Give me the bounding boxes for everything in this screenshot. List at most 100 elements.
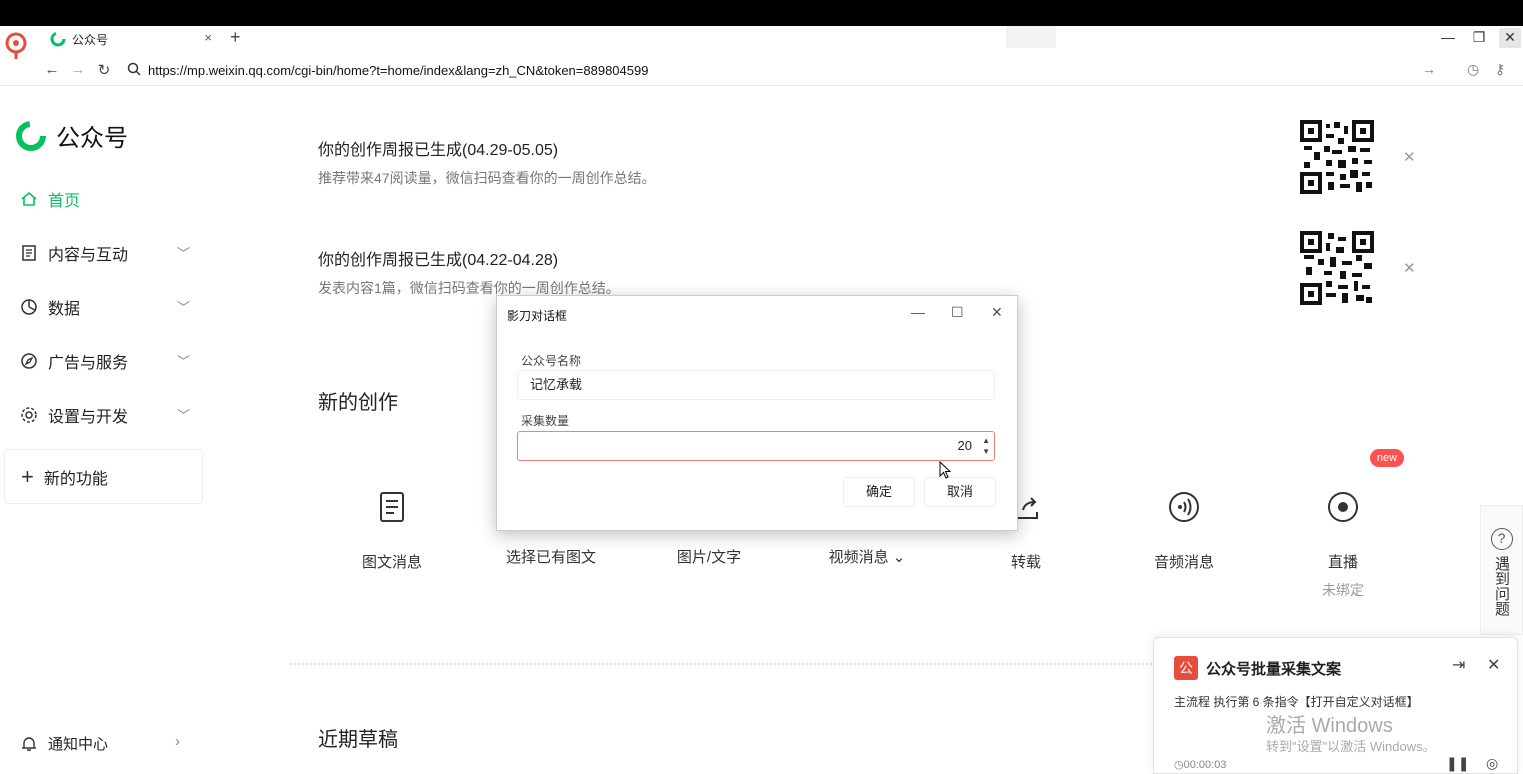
yingdao-dialog: 影刀对话框 — ☐ ✕ 公众号名称 记忆承载 采集数量 20 ▲ ▼ 确定 取消	[496, 295, 1018, 531]
new-creation-title: 新的创作	[318, 392, 398, 414]
creation-label: 视频消息 ⌄	[828, 549, 906, 566]
elapsed-time: ◷00:00:03	[1174, 759, 1227, 771]
chevron-right-icon: ›	[175, 733, 180, 750]
clock-icon: ◷	[1174, 759, 1184, 771]
tab-title: 公众号	[72, 32, 109, 47]
gear-icon	[21, 407, 37, 423]
sidebar-item-data[interactable]: 数据 ﹀	[20, 295, 190, 319]
weekly-report-2[interactable]: 你的创作周报已生成(04.22-04.28) 发表内容1篇，微信扫码查看你的一周…	[318, 246, 620, 298]
tab-strip	[0, 26, 1523, 52]
screen-top-bar	[0, 0, 1523, 26]
report-title: 你的创作周报已生成(04.22-04.28)	[318, 252, 559, 269]
audio-icon	[1169, 492, 1199, 522]
compass-icon	[21, 353, 37, 369]
creation-label: 选择已有图文	[505, 549, 596, 566]
sidebar-item-label: 广告与服务	[48, 355, 129, 372]
tab-close-icon[interactable]: ×	[204, 30, 212, 45]
close-icon[interactable]: ✕	[991, 304, 1003, 321]
collapse-icon[interactable]: ⇥	[1452, 655, 1465, 675]
sidebar-item-label: 内容与互动	[48, 247, 129, 264]
plus-icon: +	[21, 463, 34, 489]
wechat-mp-logo-icon	[50, 31, 66, 47]
creation-audio[interactable]: 音频消息	[1129, 490, 1239, 572]
report-subtitle: 推荐带来47阅读量，微信扫码查看你的一周创作总结。	[318, 170, 656, 186]
browser-tab[interactable]: 公众号 ×	[42, 26, 218, 52]
new-tab-button[interactable]: +	[230, 27, 241, 48]
close-icon[interactable]: ✕	[1403, 259, 1416, 277]
recent-drafts-title: 近期草稿	[318, 729, 398, 751]
panel-logo-icon: 公	[1174, 656, 1198, 680]
dialog-title: 影刀对话框	[507, 309, 568, 323]
window-minimize-button[interactable]: —	[1437, 28, 1459, 48]
sidebar-item-settings[interactable]: 设置与开发 ﹀	[20, 403, 190, 427]
maximize-icon[interactable]: ☐	[951, 304, 964, 321]
document-icon	[22, 245, 36, 261]
help-icon: ?	[1490, 528, 1513, 550]
window-close-button[interactable]: ✕	[1499, 28, 1521, 48]
history-icon[interactable]: ◷	[1467, 61, 1479, 78]
activate-windows-title: 激活 Windows	[1266, 715, 1393, 737]
reload-icon[interactable]: ↻	[94, 61, 114, 79]
collect-count-value: 20	[957, 438, 972, 453]
mouse-cursor-icon	[939, 461, 952, 479]
ok-button[interactable]: 确定	[843, 477, 915, 507]
account-name-label: 公众号名称	[521, 354, 582, 368]
panel-step-text: 主流程 执行第 6 条指令【打开自定义对话框】	[1174, 695, 1419, 709]
help-button[interactable]: ? 遇到问题	[1480, 505, 1523, 635]
collect-count-label: 采集数量	[521, 414, 570, 428]
pause-icon[interactable]: ❚❚	[1446, 755, 1469, 772]
creation-label: 图文消息	[361, 554, 422, 571]
divider	[290, 663, 1160, 665]
qr-code-icon	[1300, 120, 1374, 194]
tab-strip-gap	[1006, 26, 1056, 48]
go-arrow-icon[interactable]: →	[1422, 61, 1436, 77]
sidebar-item-home[interactable]: 首页	[20, 187, 190, 211]
chevron-down-icon[interactable]: ﹀	[177, 405, 190, 424]
back-icon[interactable]: ←	[42, 61, 62, 78]
creation-label: 图片/文字	[676, 549, 742, 566]
collect-count-input[interactable]: 20 ▲ ▼	[517, 431, 995, 461]
sidebar-item-label: 设置与开发	[48, 409, 129, 426]
wechat-mp-logo-icon	[16, 120, 46, 151]
new-feature-button[interactable]: + 新的功能	[4, 449, 203, 504]
sidebar-item-ads[interactable]: 广告与服务 ﹀	[20, 349, 190, 373]
creation-label: 直播	[1327, 554, 1358, 571]
stop-icon[interactable]: ◎	[1486, 755, 1498, 772]
creation-sublabel: 未绑定	[1322, 582, 1364, 598]
brand[interactable]: 公众号	[14, 118, 128, 153]
cancel-button[interactable]: 取消	[924, 477, 996, 507]
key-icon[interactable]: ⚷	[1495, 61, 1505, 78]
notify-label: 通知中心	[48, 736, 109, 753]
activate-windows-hint: 转到"设置"以激活 Windows。	[1266, 739, 1436, 754]
sidebar-item-label: 首页	[48, 193, 81, 210]
chevron-down-icon[interactable]: ﹀	[177, 243, 190, 262]
panel-title: 公众号批量采集文案	[1206, 661, 1342, 678]
account-name-input[interactable]: 记忆承载	[517, 370, 995, 400]
qr-code-icon	[1300, 231, 1374, 305]
chevron-down-icon: ⌄	[892, 549, 906, 566]
new-feature-label: 新的功能	[43, 470, 108, 488]
window-restore-button[interactable]: ❐	[1468, 28, 1490, 48]
article-icon	[380, 492, 404, 522]
notification-center[interactable]: 通知中心 ›	[20, 733, 180, 754]
creation-article[interactable]: 图文消息	[337, 490, 447, 572]
automation-panel: 公 公众号批量采集文案 ⇥ ✕ 主流程 执行第 6 条指令【打开自定义对话框】 …	[1153, 637, 1518, 774]
creation-live[interactable]: 直播 未绑定	[1288, 490, 1398, 600]
home-icon	[21, 191, 37, 206]
sidebar-item-content[interactable]: 内容与互动 ﹀	[20, 241, 190, 265]
creation-label: 音频消息	[1153, 554, 1214, 571]
live-icon	[1328, 492, 1358, 522]
search-icon	[127, 62, 141, 76]
help-label: 遇到问题	[1493, 556, 1510, 616]
chevron-down-icon[interactable]: ﹀	[177, 297, 190, 316]
minimize-icon[interactable]: —	[911, 304, 925, 320]
forward-icon[interactable]: →	[68, 61, 88, 78]
sidebar-item-label: 数据	[48, 301, 81, 318]
url-text[interactable]: https://mp.weixin.qq.com/cgi-bin/home?t=…	[148, 63, 648, 78]
weekly-report-1[interactable]: 你的创作周报已生成(04.29-05.05) 推荐带来47阅读量，微信扫码查看你…	[318, 136, 656, 188]
close-icon[interactable]: ✕	[1403, 148, 1416, 166]
chevron-down-icon[interactable]: ﹀	[177, 351, 190, 370]
brand-title: 公众号	[56, 125, 128, 152]
spinner-arrows-icon[interactable]: ▲ ▼	[982, 435, 990, 457]
close-icon[interactable]: ✕	[1487, 655, 1500, 675]
